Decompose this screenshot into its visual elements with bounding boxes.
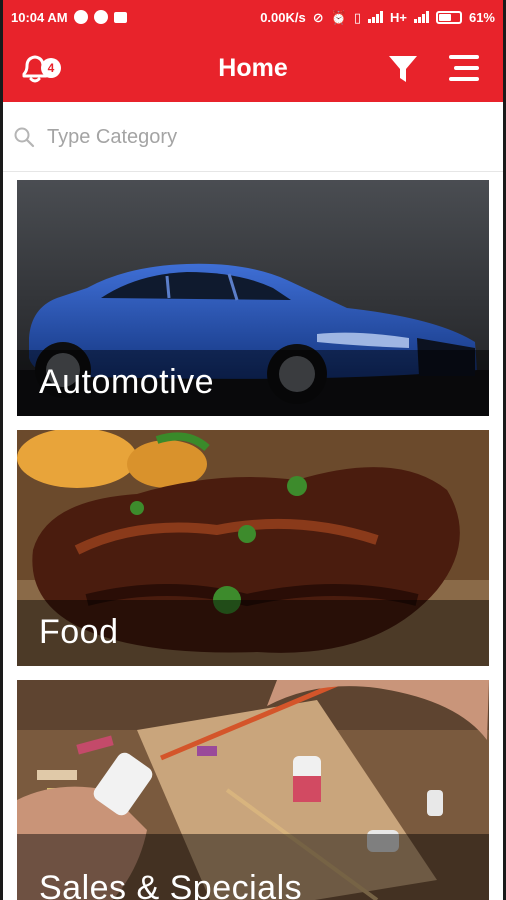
filter-button[interactable] — [386, 52, 420, 86]
search-icon — [14, 127, 35, 148]
category-card-sales-specials[interactable]: Sales & Specials — [17, 680, 489, 900]
category-list: Automotive Food Sales & Specials — [3, 172, 503, 900]
battery-percent: 61% — [468, 9, 495, 25]
whatsapp-icon — [73, 10, 88, 24]
notification-app-icon — [93, 10, 108, 24]
app-bar: 4 Home — [3, 34, 503, 102]
status-bar: 10:04 AM 0.00K/s ⊘ ⏰ ▯ H+ 61% — [3, 0, 503, 34]
do-not-disturb-icon: ⊘ — [312, 9, 324, 25]
vibrate-icon: ▯ — [353, 9, 361, 25]
mail-icon — [113, 11, 127, 23]
page-title: Home — [218, 54, 288, 82]
signal-strength-icon — [413, 11, 429, 23]
category-label: Food — [39, 613, 119, 651]
category-card-automotive[interactable]: Automotive — [17, 180, 489, 416]
app-screen: 10:04 AM 0.00K/s ⊘ ⏰ ▯ H+ 61% 4 Home Typ… — [3, 0, 503, 900]
battery-fill — [438, 13, 451, 21]
search-bar — [3, 102, 503, 172]
menu-icon — [449, 55, 479, 81]
category-card-food[interactable]: Food — [17, 430, 489, 666]
alarm-icon: ⏰ — [330, 9, 347, 25]
category-label: Automotive — [39, 363, 215, 401]
signal-icon — [367, 11, 383, 23]
status-time: 10:04 AM — [11, 9, 68, 25]
filter-icon — [389, 56, 417, 82]
network-speed: 0.00K/s — [260, 9, 306, 25]
network-type: H+ — [389, 9, 407, 25]
menu-button[interactable] — [445, 52, 481, 84]
search-input[interactable] — [47, 120, 487, 154]
battery-icon — [435, 10, 462, 24]
category-label: Sales & Specials — [39, 869, 303, 900]
